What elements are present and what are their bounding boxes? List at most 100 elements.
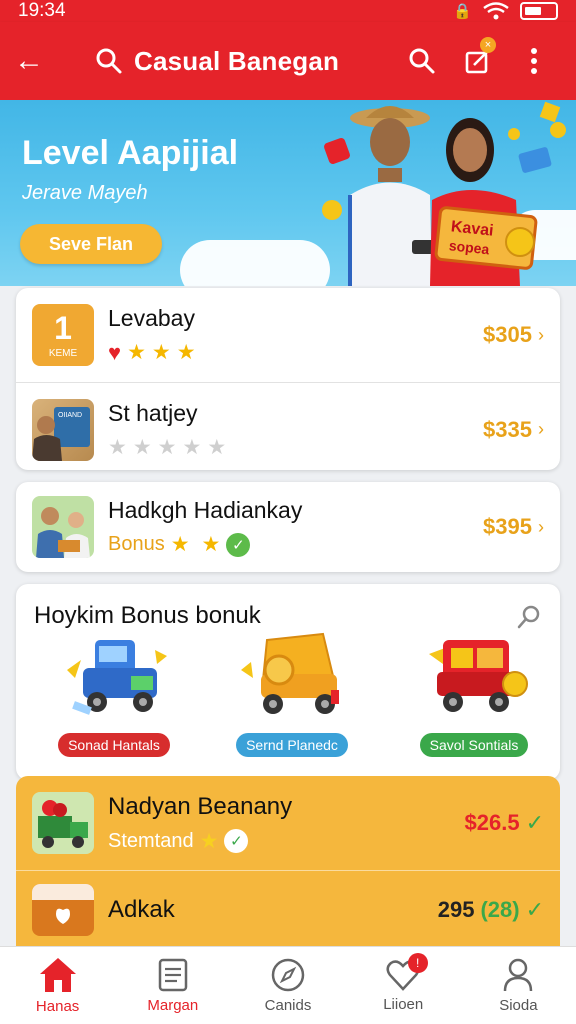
price-value: $26.5: [464, 810, 520, 835]
item-meta: Bonus ★ ★ ✓: [108, 532, 483, 557]
notification-badge: !: [407, 953, 428, 973]
home-icon: [39, 958, 76, 992]
item-thumbnail: [32, 496, 94, 558]
document-icon: [158, 958, 188, 992]
chevron-right-icon: ›: [538, 516, 544, 537]
back-arrow-icon[interactable]: ←: [14, 44, 56, 78]
bonus-item[interactable]: Sernd Planedc: [228, 630, 356, 757]
check-icon: ✓: [525, 896, 544, 922]
edit-button[interactable]: ×: [450, 37, 506, 75]
search-icon: [409, 48, 435, 74]
bonus-item[interactable]: Savol Sontials: [410, 630, 538, 757]
check-icon: ✓: [226, 532, 251, 557]
value-main: 295: [437, 896, 475, 922]
lock-icon: 🔒: [453, 3, 472, 20]
item-subtitle: Stemtand: [108, 829, 194, 852]
chevron-right-icon: ›: [538, 324, 544, 345]
item-price: $305 ›: [483, 322, 544, 348]
app-bar: ← Casual Banegan ×: [0, 22, 576, 100]
item-price: $335 ›: [483, 417, 544, 443]
nav-label: Sioda: [499, 997, 538, 1014]
item-rating: ♥ ★ ★ ★: [108, 340, 483, 366]
check-icon: ✓: [525, 810, 544, 835]
nav-item-sioda[interactable]: Sioda: [461, 947, 576, 1024]
item-thumbnail: [32, 883, 94, 936]
value-paren: (28): [480, 896, 520, 922]
list-item[interactable]: 1 KEME Levabay ♥ ★ ★ ★ $305 ›: [16, 288, 560, 382]
item-price: $26.5 ✓: [465, 810, 545, 836]
star-icon: ★: [199, 829, 219, 853]
nav-item-margan[interactable]: Margan: [115, 947, 230, 1024]
star-icon: ★: [176, 341, 196, 364]
star-icon: ★: [170, 533, 190, 556]
bonus-label: Bonus: [108, 533, 165, 555]
list-item[interactable]: OIIAND St hatjey ★ ★ ★ ★ ★ $335 ›: [16, 382, 560, 476]
item-value: 295 (28) ✓: [438, 897, 544, 923]
list-item[interactable]: Adkak 295 (28) ✓: [16, 870, 560, 948]
item-name: St hatjey: [108, 399, 198, 426]
item-name: Nadyan Beanany: [108, 792, 293, 820]
hero-cta-button[interactable]: Seve Flan: [20, 224, 162, 264]
item-price: $395 ›: [483, 514, 544, 540]
item-name: Adkak: [108, 895, 175, 923]
star-empty-icon: ★: [157, 435, 177, 459]
star-empty-icon: ★: [108, 435, 127, 459]
level-badge-text: KEME: [48, 347, 78, 359]
hero-people-illustration: Kavai sopea: [322, 101, 566, 286]
green-truck-icon: [38, 800, 88, 848]
star-icon: ★: [151, 341, 171, 364]
wifi-icon: [483, 2, 509, 20]
search-icon[interactable]: [516, 604, 542, 630]
star-icon: ★: [127, 341, 146, 364]
more-vertical-icon: [531, 48, 537, 74]
item-thumbnail: [32, 792, 94, 854]
profile-icon: [504, 958, 533, 992]
bonus-item-label: Sernd Planedc: [236, 733, 348, 757]
list-item[interactable]: Hadkgh Hadiankay Bonus ★ ★ ✓ $395 ›: [16, 482, 560, 572]
list-item[interactable]: Nadyan Beanany Stemtand ★ ✓ $26.5 ✓: [16, 776, 560, 870]
notification-dot: ×: [480, 37, 496, 53]
nav-label: Hanas: [35, 998, 80, 1015]
people-icon: [36, 507, 90, 558]
nav-label: Margan: [147, 997, 199, 1014]
red-truck-icon: [429, 640, 528, 712]
leaf-check-icon: ✓: [224, 829, 249, 853]
app-title: Casual Banegan: [134, 45, 340, 76]
cloud-decoration: [180, 240, 330, 286]
nav-label: Liioen: [383, 996, 424, 1013]
person-card-icon: OIIAND: [32, 406, 90, 461]
bonus-offer-card: Hadkgh Hadiankay Bonus ★ ★ ✓ $395 ›: [16, 482, 560, 572]
bonus-item-label: Savol Sontials: [419, 733, 529, 757]
yellow-cart-icon: [241, 632, 339, 714]
hero-subtitle: Jerave Mayeh: [22, 182, 148, 204]
offer-list-card: 1 KEME Levabay ♥ ★ ★ ★ $305 › OIIAND St …: [16, 288, 560, 470]
thumb-label: OIIAND: [58, 412, 82, 419]
search-icon[interactable]: [94, 47, 124, 75]
price-value: $305: [483, 322, 532, 347]
star-empty-icon: ★: [182, 435, 202, 459]
hero-banner: Level Aapijial Jerave Mayeh Seve Flan Ka…: [0, 100, 576, 286]
bottom-navigation: Hanas Margan Canids ! Liioen Sioda: [0, 946, 576, 1024]
nav-label: Canids: [264, 997, 312, 1014]
status-time: 19:34: [18, 0, 66, 21]
item-meta: Stemtand ★ ✓: [108, 829, 465, 854]
star-empty-icon: ★: [132, 435, 152, 459]
nav-item-home[interactable]: Hanas: [0, 947, 115, 1024]
star-empty-icon: ★: [207, 435, 227, 459]
item-name: Levabay: [108, 304, 195, 331]
bonus-item[interactable]: Sonad Hantals: [50, 630, 178, 757]
nav-item-canids[interactable]: Canids: [230, 947, 345, 1024]
box-icon: [32, 883, 94, 924]
item-rating: ★ ★ ★ ★ ★: [108, 435, 483, 460]
more-menu-button[interactable]: [506, 48, 562, 74]
status-bar: 19:34 🔒: [0, 0, 576, 22]
search-button[interactable]: [394, 47, 450, 75]
chevron-right-icon: ›: [538, 419, 544, 439]
bonus-section: Hoykim Bonus bonuk Sonad Hantals Sernd P…: [16, 584, 560, 780]
item-thumbnail: OIIAND: [32, 398, 94, 461]
nav-item-liioen[interactable]: ! Liioen: [346, 947, 461, 1024]
blue-truck-icon: [67, 640, 167, 715]
price-value: $335: [483, 416, 532, 442]
status-icons: 🔒: [453, 2, 558, 20]
bonus-item-label: Sonad Hantals: [58, 733, 170, 757]
